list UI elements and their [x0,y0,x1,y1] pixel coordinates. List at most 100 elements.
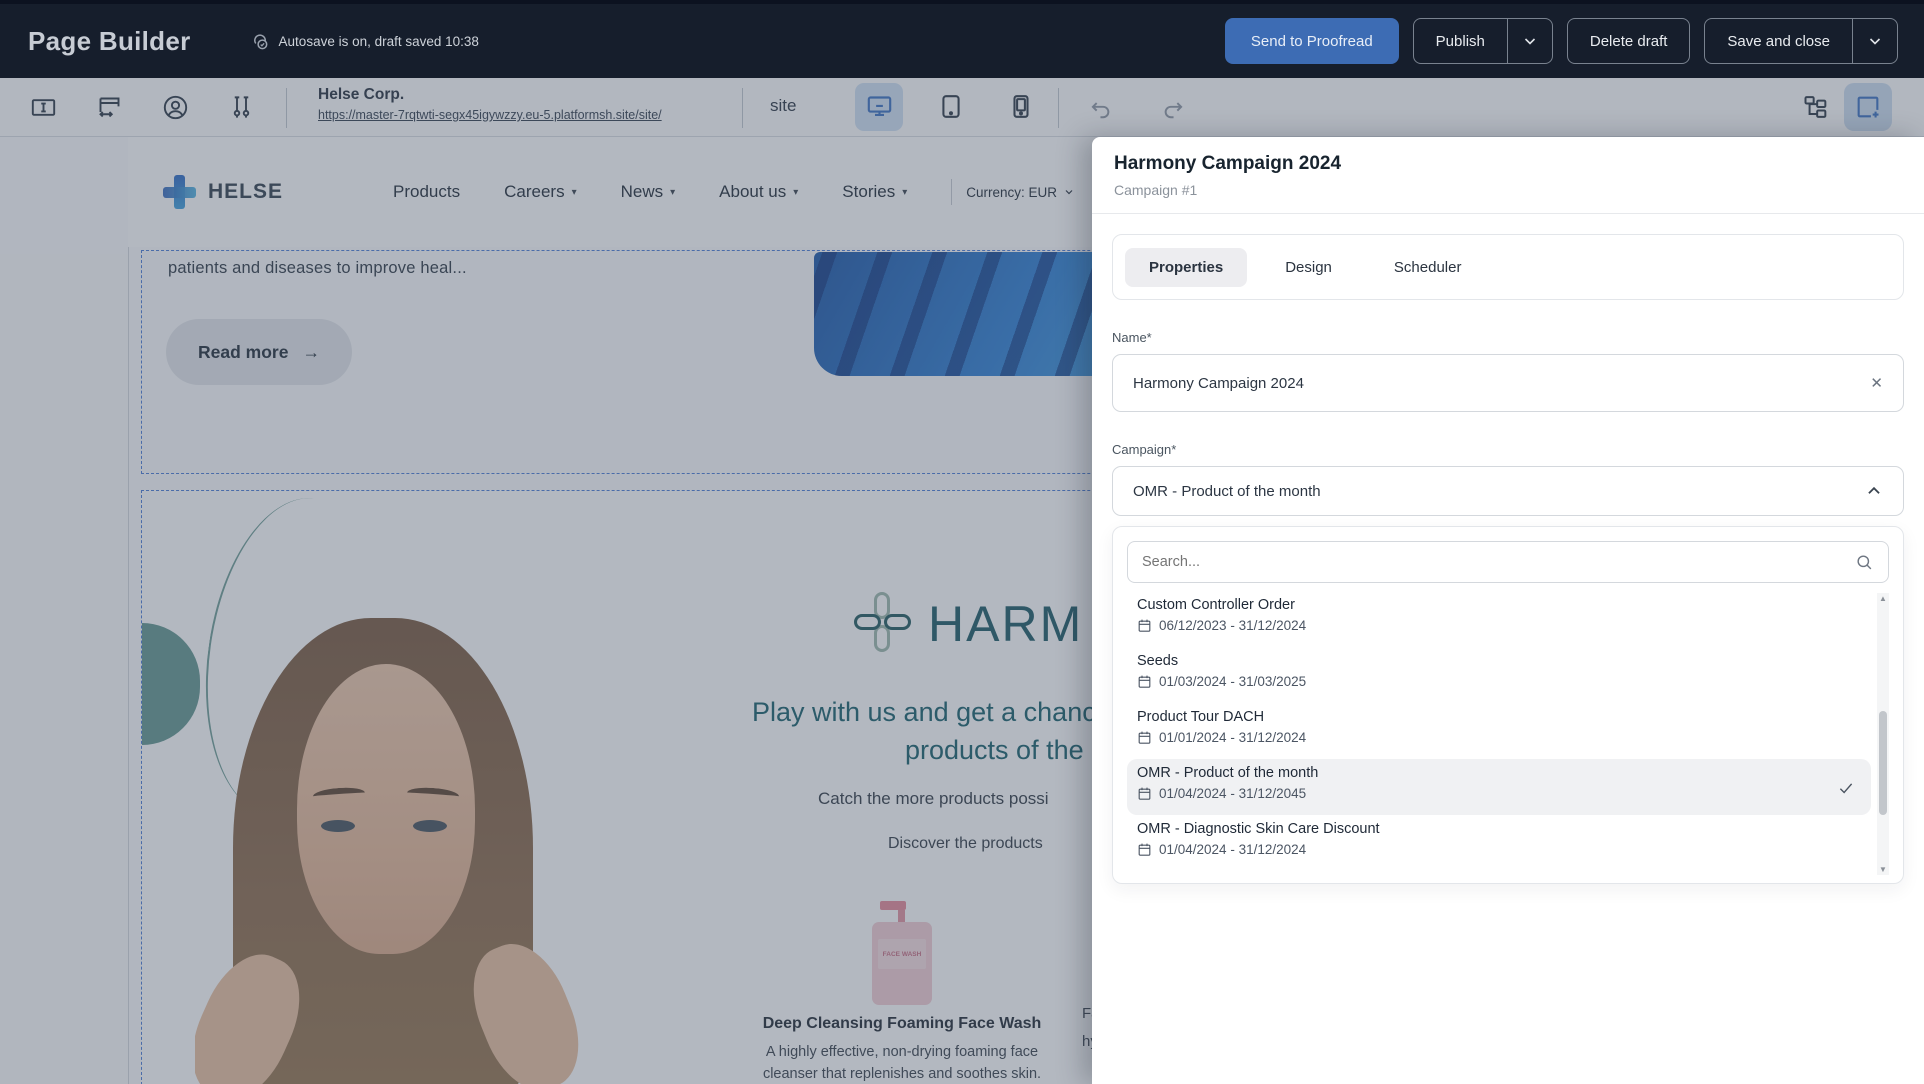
undo-icon[interactable] [1088,96,1114,122]
scroll-up-icon[interactable]: ▲ [1877,594,1889,603]
site-nav-items: Products Careers▾ News▾ About us▾ Storie… [393,182,907,202]
hero-heading-line1: Play with us and get a chanc [752,697,1096,728]
device-mobile-icon[interactable] [1008,93,1034,120]
calendar-icon [1137,674,1152,689]
layout-resize-icon[interactable] [96,94,123,121]
panel-subtitle: Campaign #1 [1114,182,1902,198]
user-profile-icon[interactable] [162,94,189,121]
campaign-search-box [1127,541,1889,583]
app-header: Page Builder Autosave is on, draft saved… [0,0,1924,78]
campaign-settings-panel: Harmony Campaign 2024 Campaign #1 Proper… [1092,137,1924,1084]
tab-design[interactable]: Design [1261,248,1356,287]
read-more-button[interactable]: Read more → [166,319,352,385]
caret-down-icon: ▾ [902,187,907,198]
autosave-icon [251,32,270,51]
toolbar-divider [742,88,743,128]
delete-draft-button[interactable]: Delete draft [1567,18,1691,64]
device-desktop-icon[interactable] [866,93,893,120]
option-omr-diagnostic-skin-care-discount[interactable]: OMR - Diagnostic Skin Care Discount 01/0… [1127,815,1871,871]
campaign-option-list: Custom Controller Order 06/12/2023 - 31/… [1127,591,1889,877]
tab-properties[interactable]: Properties [1125,248,1247,287]
selected-check-icon [1837,779,1855,797]
save-and-close-button[interactable]: Save and close [1705,19,1852,63]
panel-title: Harmony Campaign 2024 [1114,153,1902,175]
caret-down-icon: ▾ [572,187,577,198]
publish-button[interactable]: Publish [1414,19,1507,63]
name-field: ✕ [1112,354,1904,412]
calendar-icon [1137,842,1152,857]
panel-tabs: Properties Design Scheduler [1112,234,1904,300]
device-tablet-icon[interactable] [938,93,964,120]
product-description: A highly effective, non-drying foaming f… [745,1042,1059,1084]
toolbar-divider [286,88,287,128]
section1-text: patients and diseases to improve heal... [168,259,467,278]
nav-products[interactable]: Products [393,182,460,202]
product-title: Deep Cleansing Foaming Face Wash [745,1015,1059,1033]
save-close-split-button: Save and close [1704,18,1898,64]
option-seeds[interactable]: Seeds 01/03/2024 - 31/03/2025 [1127,647,1871,703]
option-product-tour-dach[interactable]: Product Tour DACH 01/01/2024 - 31/12/202… [1127,703,1871,759]
autosave-text: Autosave is on, draft saved 10:38 [279,34,479,49]
toolbar-divider [1058,88,1059,128]
scroll-down-icon[interactable]: ▼ [1877,865,1889,874]
hero-subtext-1: Catch the more products possi [818,789,1049,809]
nav-about-us[interactable]: About us▾ [719,182,798,202]
calendar-icon [1137,786,1152,801]
chevron-down-icon [1867,33,1883,49]
nav-careers[interactable]: Careers▾ [504,182,577,202]
arrow-right-icon: → [302,342,320,363]
sliders-filter-icon[interactable] [228,94,255,121]
calendar-icon [1137,618,1152,633]
dropdown-scrollbar[interactable]: ▲ ▼ [1877,593,1889,875]
caret-down-icon: ▾ [793,187,798,198]
page-tree-icon[interactable] [1802,93,1830,121]
header-actions: Send to Proofread Publish Delete draft S… [1225,18,1898,64]
helse-plus-icon [160,173,198,211]
product-card[interactable]: FACE WASH Deep Cleansing Foaming Face Wa… [745,895,1059,1084]
site-url-link[interactable]: https://master-7rqtwti-segx45igywzzy.eu-… [318,108,662,122]
app-title: Page Builder [28,26,191,57]
helse-logo-text: HELSE [208,180,283,204]
search-icon [1855,553,1874,572]
campaign-select-value: OMR - Product of the month [1133,483,1321,500]
currency-selector[interactable]: Currency: EUR [966,185,1075,200]
hero-heading-line2: products of the [905,735,1084,766]
clear-name-icon[interactable]: ✕ [1870,374,1883,392]
option-omr-product-of-the-month[interactable]: OMR - Product of the month 01/04/2024 - … [1127,759,1871,815]
redo-icon[interactable] [1160,96,1186,122]
nav-divider [951,179,952,205]
chevron-down-icon [1522,33,1538,49]
text-block-tool-icon[interactable] [30,94,57,121]
chevron-up-icon [1865,482,1883,500]
campaign-dropdown: Custom Controller Order 06/12/2023 - 31/… [1112,526,1904,884]
save-dropdown-button[interactable] [1852,19,1897,63]
chevron-down-icon [1063,186,1075,198]
campaign-select[interactable]: OMR - Product of the month [1112,466,1904,516]
site-info: Helse Corp. https://master-7rqtwti-segx4… [318,86,662,122]
tab-scheduler[interactable]: Scheduler [1370,248,1486,287]
campaign-search-input[interactable] [1142,554,1855,570]
site-name: Helse Corp. [318,86,404,103]
page-edge-line [128,137,129,1084]
send-to-proofread-button[interactable]: Send to Proofread [1225,18,1399,64]
site-label: site [770,96,796,116]
nav-stories[interactable]: Stories▾ [842,182,907,202]
scrollbar-thumb[interactable] [1879,711,1887,815]
harmony-brand-text: HARM [928,595,1083,653]
hero-subtext-2: Discover the products [888,835,1043,853]
caret-down-icon: ▾ [670,187,675,198]
calendar-icon [1137,730,1152,745]
add-block-icon[interactable] [1854,93,1882,121]
name-input[interactable] [1133,375,1870,392]
helse-logo[interactable]: HELSE [160,173,283,211]
publish-dropdown-button[interactable] [1507,19,1552,63]
nav-news[interactable]: News▾ [621,182,676,202]
page-builder-app: Page Builder Autosave is on, draft saved… [0,0,1924,1084]
publish-split-button: Publish [1413,18,1553,64]
campaign-field-label: Campaign* [1112,442,1904,457]
autosave-status: Autosave is on, draft saved 10:38 [251,32,479,51]
builder-toolbar: Helse Corp. https://master-7rqtwti-segx4… [0,78,1924,137]
name-field-label: Name* [1112,330,1904,345]
option-custom-controller-order[interactable]: Custom Controller Order 06/12/2023 - 31/… [1127,591,1871,647]
model-photo [195,592,580,1084]
